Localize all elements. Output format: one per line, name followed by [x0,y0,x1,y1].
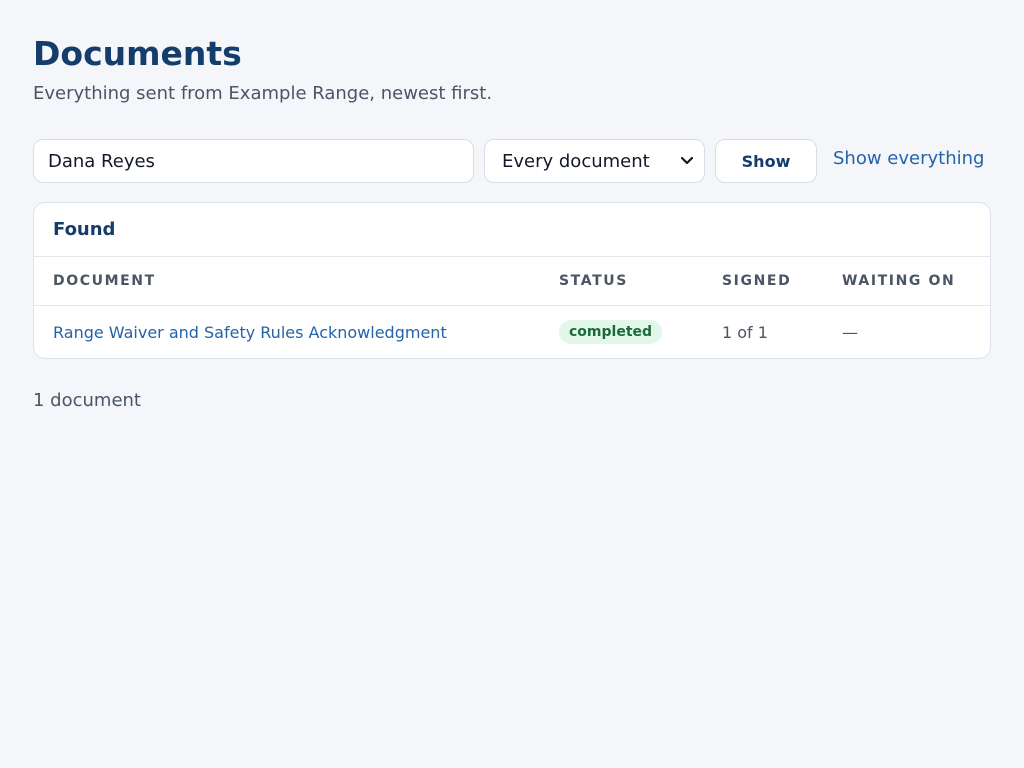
document-filter-select[interactable]: Every document [484,139,705,183]
signed-cell: 1 of 1 [722,322,768,342]
chevron-down-icon [680,154,694,168]
results-card: Found Document Status Signed Waiting on … [33,202,991,359]
results-heading: Found [34,203,990,257]
column-header-waiting-on: Waiting on [842,257,990,306]
document-cell: Range Waiver and Safety Rules Acknowledg… [34,306,559,359]
page-subtitle: Everything sent from Example Range, newe… [33,83,493,104]
show-button[interactable]: Show [715,139,817,183]
status-badge: completed [559,320,663,344]
result-count: 1 document [33,390,141,411]
table-row: Range Waiver and Safety Rules Acknowledg… [34,306,990,359]
page-title: Documents [33,34,242,73]
table-header-row: Document Status Signed Waiting on [34,257,990,306]
show-everything-link[interactable]: Show everything [833,139,984,183]
column-header-signed: Signed [722,257,842,306]
documents-table: Document Status Signed Waiting on Range … [34,257,990,358]
status-cell: completed [559,306,722,359]
select-value: Every document [502,150,650,172]
column-header-status: Status [559,257,722,306]
search-input[interactable] [33,139,474,183]
column-header-document: Document [34,257,559,306]
documents-page: Documents Everything sent from Example R… [0,0,1024,768]
document-link[interactable]: Range Waiver and Safety Rules Acknowledg… [53,323,447,342]
filter-bar: Every document Show Show everything [33,139,991,183]
waiting-on-cell: — [842,322,858,342]
